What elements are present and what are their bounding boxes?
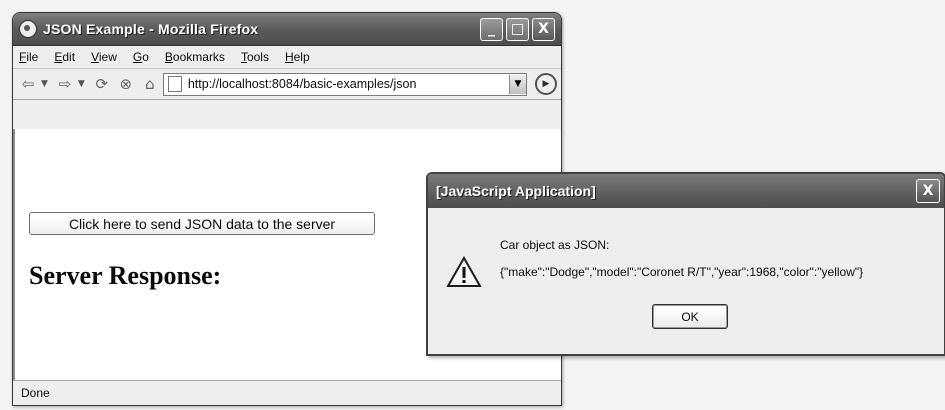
forward-icon[interactable]: ⇨ bbox=[54, 73, 76, 95]
dialog-message-line2: {"make":"Dodge","model":"Coronet R/T","y… bbox=[500, 265, 864, 279]
url-dropdown-icon[interactable]: ▼ bbox=[509, 74, 526, 94]
menu-bar: File Edit View Go Bookmarks Tools Help bbox=[13, 46, 561, 69]
status-text: Done bbox=[21, 386, 50, 400]
menu-help[interactable]: Help bbox=[285, 50, 310, 64]
menu-file[interactable]: File bbox=[19, 50, 38, 64]
home-icon[interactable]: ⌂ bbox=[139, 73, 161, 95]
window-title: JSON Example - Mozilla Firefox bbox=[43, 21, 259, 37]
browser-titlebar[interactable]: JSON Example - Mozilla Firefox _ □ X bbox=[13, 13, 561, 46]
dialog-titlebar[interactable]: [JavaScript Application] X bbox=[428, 174, 944, 208]
page-icon bbox=[167, 76, 182, 92]
forward-dropdown-icon[interactable]: ▼ bbox=[78, 79, 85, 89]
maximize-button[interactable]: □ bbox=[506, 17, 529, 41]
ok-button[interactable]: OK bbox=[652, 304, 728, 329]
dialog-message-line1: Car object as JSON: bbox=[500, 238, 610, 252]
back-icon[interactable]: ⇦ bbox=[17, 73, 39, 95]
navigation-toolbar: ⇦ ▼ ⇨ ▼ ⟳ ⊗ ⌂ http://localhost:8084/basi… bbox=[13, 69, 561, 100]
menu-view[interactable]: View bbox=[91, 50, 117, 64]
alert-dialog: [JavaScript Application] X Car object as… bbox=[426, 172, 945, 356]
minimize-button[interactable]: _ bbox=[480, 17, 503, 41]
go-icon[interactable]: ▶ bbox=[535, 73, 557, 95]
url-text[interactable]: http://localhost:8084/basic-examples/jso… bbox=[188, 77, 509, 91]
reload-icon[interactable]: ⟳ bbox=[91, 73, 113, 95]
menu-tools[interactable]: Tools bbox=[241, 50, 269, 64]
dialog-close-button[interactable]: X bbox=[916, 179, 940, 203]
address-bar[interactable]: http://localhost:8084/basic-examples/jso… bbox=[162, 72, 527, 96]
dialog-title: [JavaScript Application] bbox=[436, 183, 596, 199]
menu-edit[interactable]: Edit bbox=[54, 50, 75, 64]
server-response-heading: Server Response: bbox=[29, 261, 222, 290]
warning-icon bbox=[446, 256, 482, 287]
firefox-icon bbox=[19, 20, 37, 38]
menu-bookmarks[interactable]: Bookmarks bbox=[165, 50, 225, 64]
send-json-button[interactable]: Click here to send JSON data to the serv… bbox=[29, 212, 375, 235]
back-dropdown-icon[interactable]: ▼ bbox=[41, 79, 48, 89]
stop-icon[interactable]: ⊗ bbox=[115, 73, 137, 95]
menu-go[interactable]: Go bbox=[133, 50, 149, 64]
status-bar: Done bbox=[13, 380, 561, 405]
close-button[interactable]: X bbox=[532, 17, 555, 41]
